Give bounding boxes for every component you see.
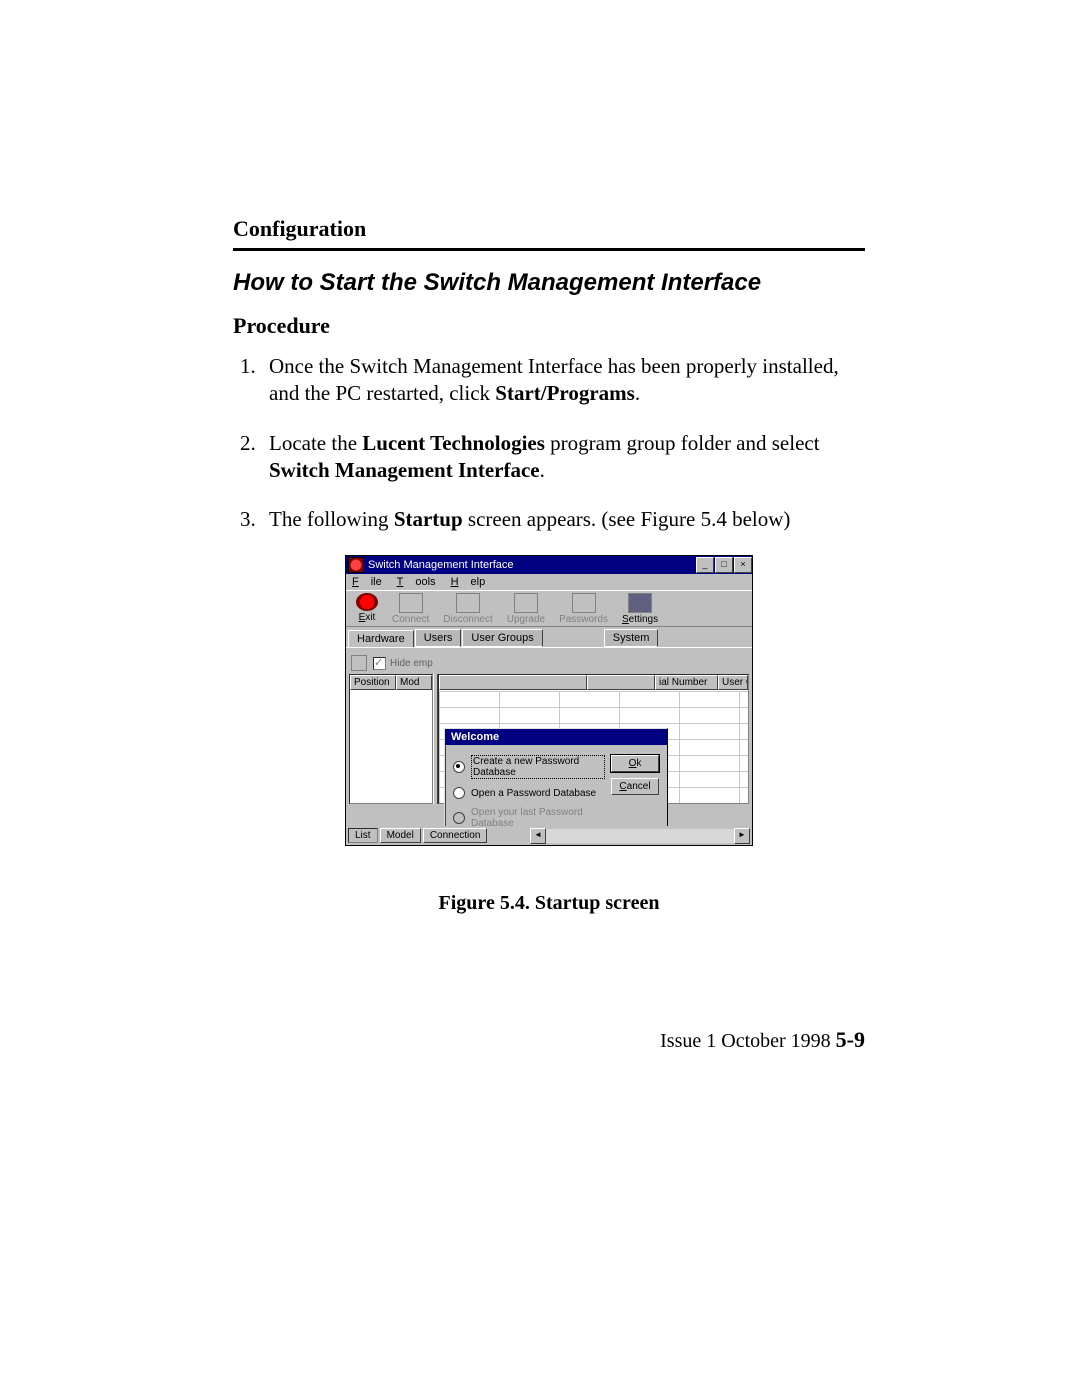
- dialog-titlebar: Welcome: [445, 729, 667, 745]
- radio-open[interactable]: Open a Password Database: [453, 787, 605, 799]
- content-area: Hide emp Position Mod ial N: [346, 647, 752, 826]
- dialog-title: Welcome: [447, 731, 667, 743]
- app-title: Switch Management Interface: [368, 559, 695, 571]
- menu-help[interactable]: Help: [451, 576, 486, 588]
- toolbar-exit[interactable]: Exit: [356, 593, 378, 625]
- left-panel: Position Mod: [349, 674, 433, 804]
- scroll-left-button[interactable]: ◄: [530, 828, 546, 844]
- ok-button[interactable]: Ok: [611, 755, 659, 772]
- menubar: File Tools Help: [346, 574, 752, 590]
- figure-caption: Figure 5.4. Startup screen: [233, 892, 865, 915]
- col-mod[interactable]: Mod: [396, 675, 432, 690]
- step-2: Locate the Lucent Technologies program g…: [261, 430, 865, 485]
- hide-checkbox[interactable]: [373, 657, 386, 670]
- status-list: List: [348, 828, 378, 843]
- col-position[interactable]: Position: [350, 675, 396, 690]
- radio-icon: [453, 761, 465, 773]
- tab-strip: Hardware Users User Groups System: [346, 627, 752, 647]
- toolbar-disconnect: Disconnect: [443, 593, 492, 625]
- col-userco[interactable]: User Co: [718, 675, 748, 690]
- menu-tools[interactable]: Tools: [397, 576, 436, 588]
- maximize-button[interactable]: □: [715, 557, 733, 573]
- tab-hardware[interactable]: Hardware: [348, 630, 414, 647]
- cancel-button[interactable]: Cancel: [611, 778, 659, 795]
- connect-icon: [399, 593, 423, 613]
- step-1: Once the Switch Management Interface has…: [261, 353, 865, 408]
- toolbar-upgrade: Upgrade: [507, 593, 545, 625]
- app-icon: [348, 557, 364, 573]
- tab-system[interactable]: System: [604, 629, 659, 647]
- search-icon[interactable]: [351, 655, 367, 671]
- minimize-button[interactable]: _: [696, 557, 714, 573]
- radio-create[interactable]: Create a new Password Database: [453, 755, 605, 779]
- radio-open-last: Open your last Password Database: [453, 807, 605, 826]
- filter-row: Hide emp: [349, 652, 749, 674]
- passwords-icon: [572, 593, 596, 613]
- radio-icon: [453, 787, 465, 799]
- settings-icon: [628, 593, 652, 613]
- toolbar-passwords: Passwords: [559, 593, 608, 625]
- upgrade-icon: [514, 593, 538, 613]
- col-blank2[interactable]: [587, 675, 655, 690]
- close-button[interactable]: ×: [734, 557, 752, 573]
- document-page: Configuration How to Start the Switch Ma…: [0, 0, 1080, 1397]
- figure-container: Switch Management Interface _ □ × File T…: [233, 555, 865, 915]
- status-connection[interactable]: Connection: [423, 828, 488, 843]
- tab-user-groups[interactable]: User Groups: [462, 629, 542, 647]
- app-window: Switch Management Interface _ □ × File T…: [345, 555, 753, 846]
- welcome-dialog: Welcome Create a new Password Database O…: [444, 728, 668, 826]
- toolbar-connect: Connect: [392, 593, 429, 625]
- exit-icon: [356, 593, 378, 611]
- radio-icon: [453, 812, 465, 824]
- status-model[interactable]: Model: [380, 828, 421, 843]
- menu-file[interactable]: File: [352, 576, 382, 588]
- col-serial[interactable]: ial Number: [655, 675, 718, 690]
- page-title: How to Start the Switch Management Inter…: [233, 269, 865, 297]
- col-blank1[interactable]: [439, 675, 587, 690]
- section-header: Configuration: [233, 216, 865, 242]
- app-titlebar: Switch Management Interface _ □ ×: [346, 556, 752, 574]
- step-3: The following Startup screen appears. (s…: [261, 506, 865, 533]
- disconnect-icon: [456, 593, 480, 613]
- hide-label: Hide emp: [390, 658, 433, 669]
- scroll-right-button[interactable]: ►: [734, 828, 750, 844]
- horizontal-scrollbar[interactable]: ◄ ►: [530, 829, 750, 843]
- toolbar-settings[interactable]: Settings: [622, 593, 658, 625]
- page-footer: Issue 1 October 1998 5-9: [660, 1027, 865, 1053]
- procedure-heading: Procedure: [233, 313, 865, 339]
- toolbar: Exit Connect Disconnect Upgrade Password…: [346, 590, 752, 627]
- horizontal-rule: [233, 248, 865, 251]
- tab-users[interactable]: Users: [415, 629, 462, 647]
- procedure-list: Once the Switch Management Interface has…: [261, 353, 865, 533]
- status-bar: List Model Connection ◄ ►: [346, 826, 752, 845]
